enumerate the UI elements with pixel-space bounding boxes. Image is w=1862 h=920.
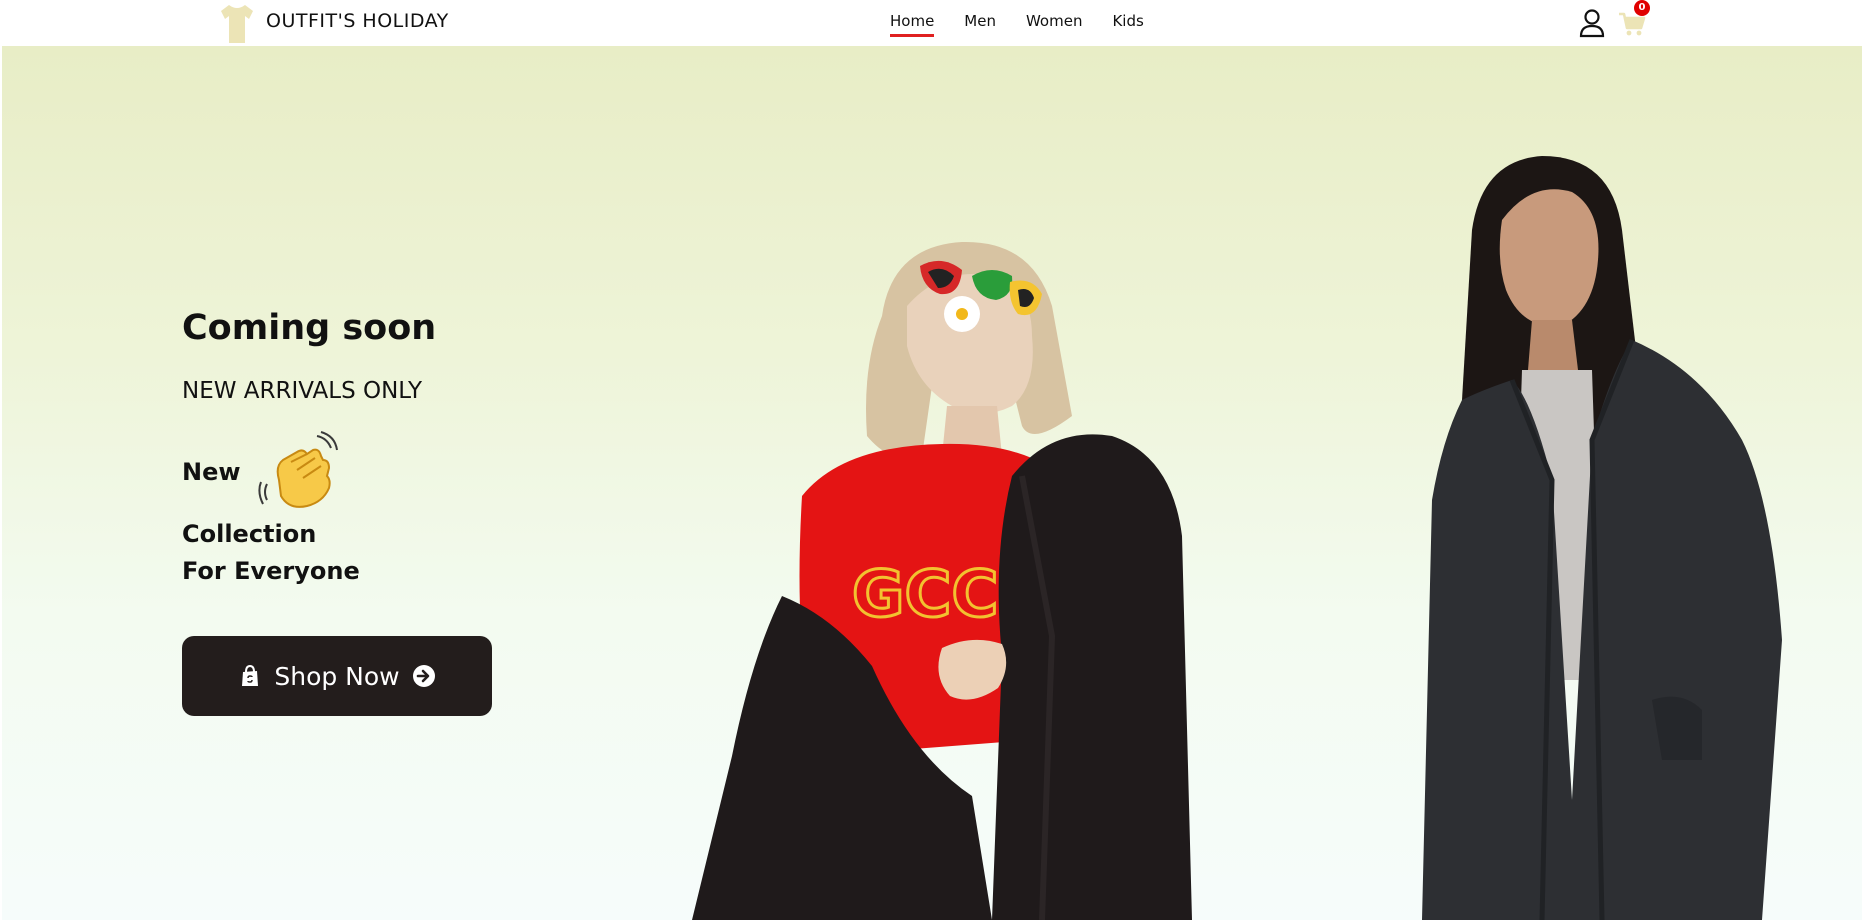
top-navbar: OUTFIT'S HOLIDAY Home Men Women Kids 0 <box>0 0 1862 46</box>
hero-model-image-1: GCC <box>692 241 1192 920</box>
nav-link-women[interactable]: Women <box>1026 12 1082 37</box>
main-nav: Home Men Women Kids <box>890 12 1144 37</box>
waving-hand-icon <box>257 431 338 508</box>
hero-section: Coming soon NEW ARRIVALS ONLY New Collec… <box>2 46 1862 920</box>
hero-collection-text: Collection For Everyone <box>182 516 360 590</box>
tshirt-icon[interactable] <box>216 2 258 44</box>
hero-subtitle: NEW ARRIVALS ONLY <box>182 378 423 404</box>
user-icon[interactable] <box>1578 8 1606 38</box>
svg-text:GCC: GCC <box>852 558 998 632</box>
cart-count-badge: 0 <box>1634 0 1650 16</box>
hero-model-image-2 <box>1422 156 1782 920</box>
nav-link-home[interactable]: Home <box>890 12 935 37</box>
hero-line-new: New <box>182 458 241 486</box>
shopping-bag-icon <box>242 664 259 686</box>
shop-now-button[interactable]: Shop Now <box>182 636 492 716</box>
nav-link-men[interactable]: Men <box>964 12 996 37</box>
shop-now-label: Shop Now <box>274 661 400 691</box>
hero-title: Coming soon <box>182 308 437 348</box>
hero-line-collection: Collection <box>182 520 317 548</box>
nav-link-kids[interactable]: Kids <box>1112 12 1143 37</box>
hero-new-row: New <box>182 430 341 514</box>
header-actions: 0 <box>1578 0 1650 40</box>
hero-line-everyone: For Everyone <box>182 557 360 585</box>
brand-name[interactable]: OUTFIT'S HOLIDAY <box>266 10 449 32</box>
arrow-circle-right-icon <box>412 665 435 687</box>
